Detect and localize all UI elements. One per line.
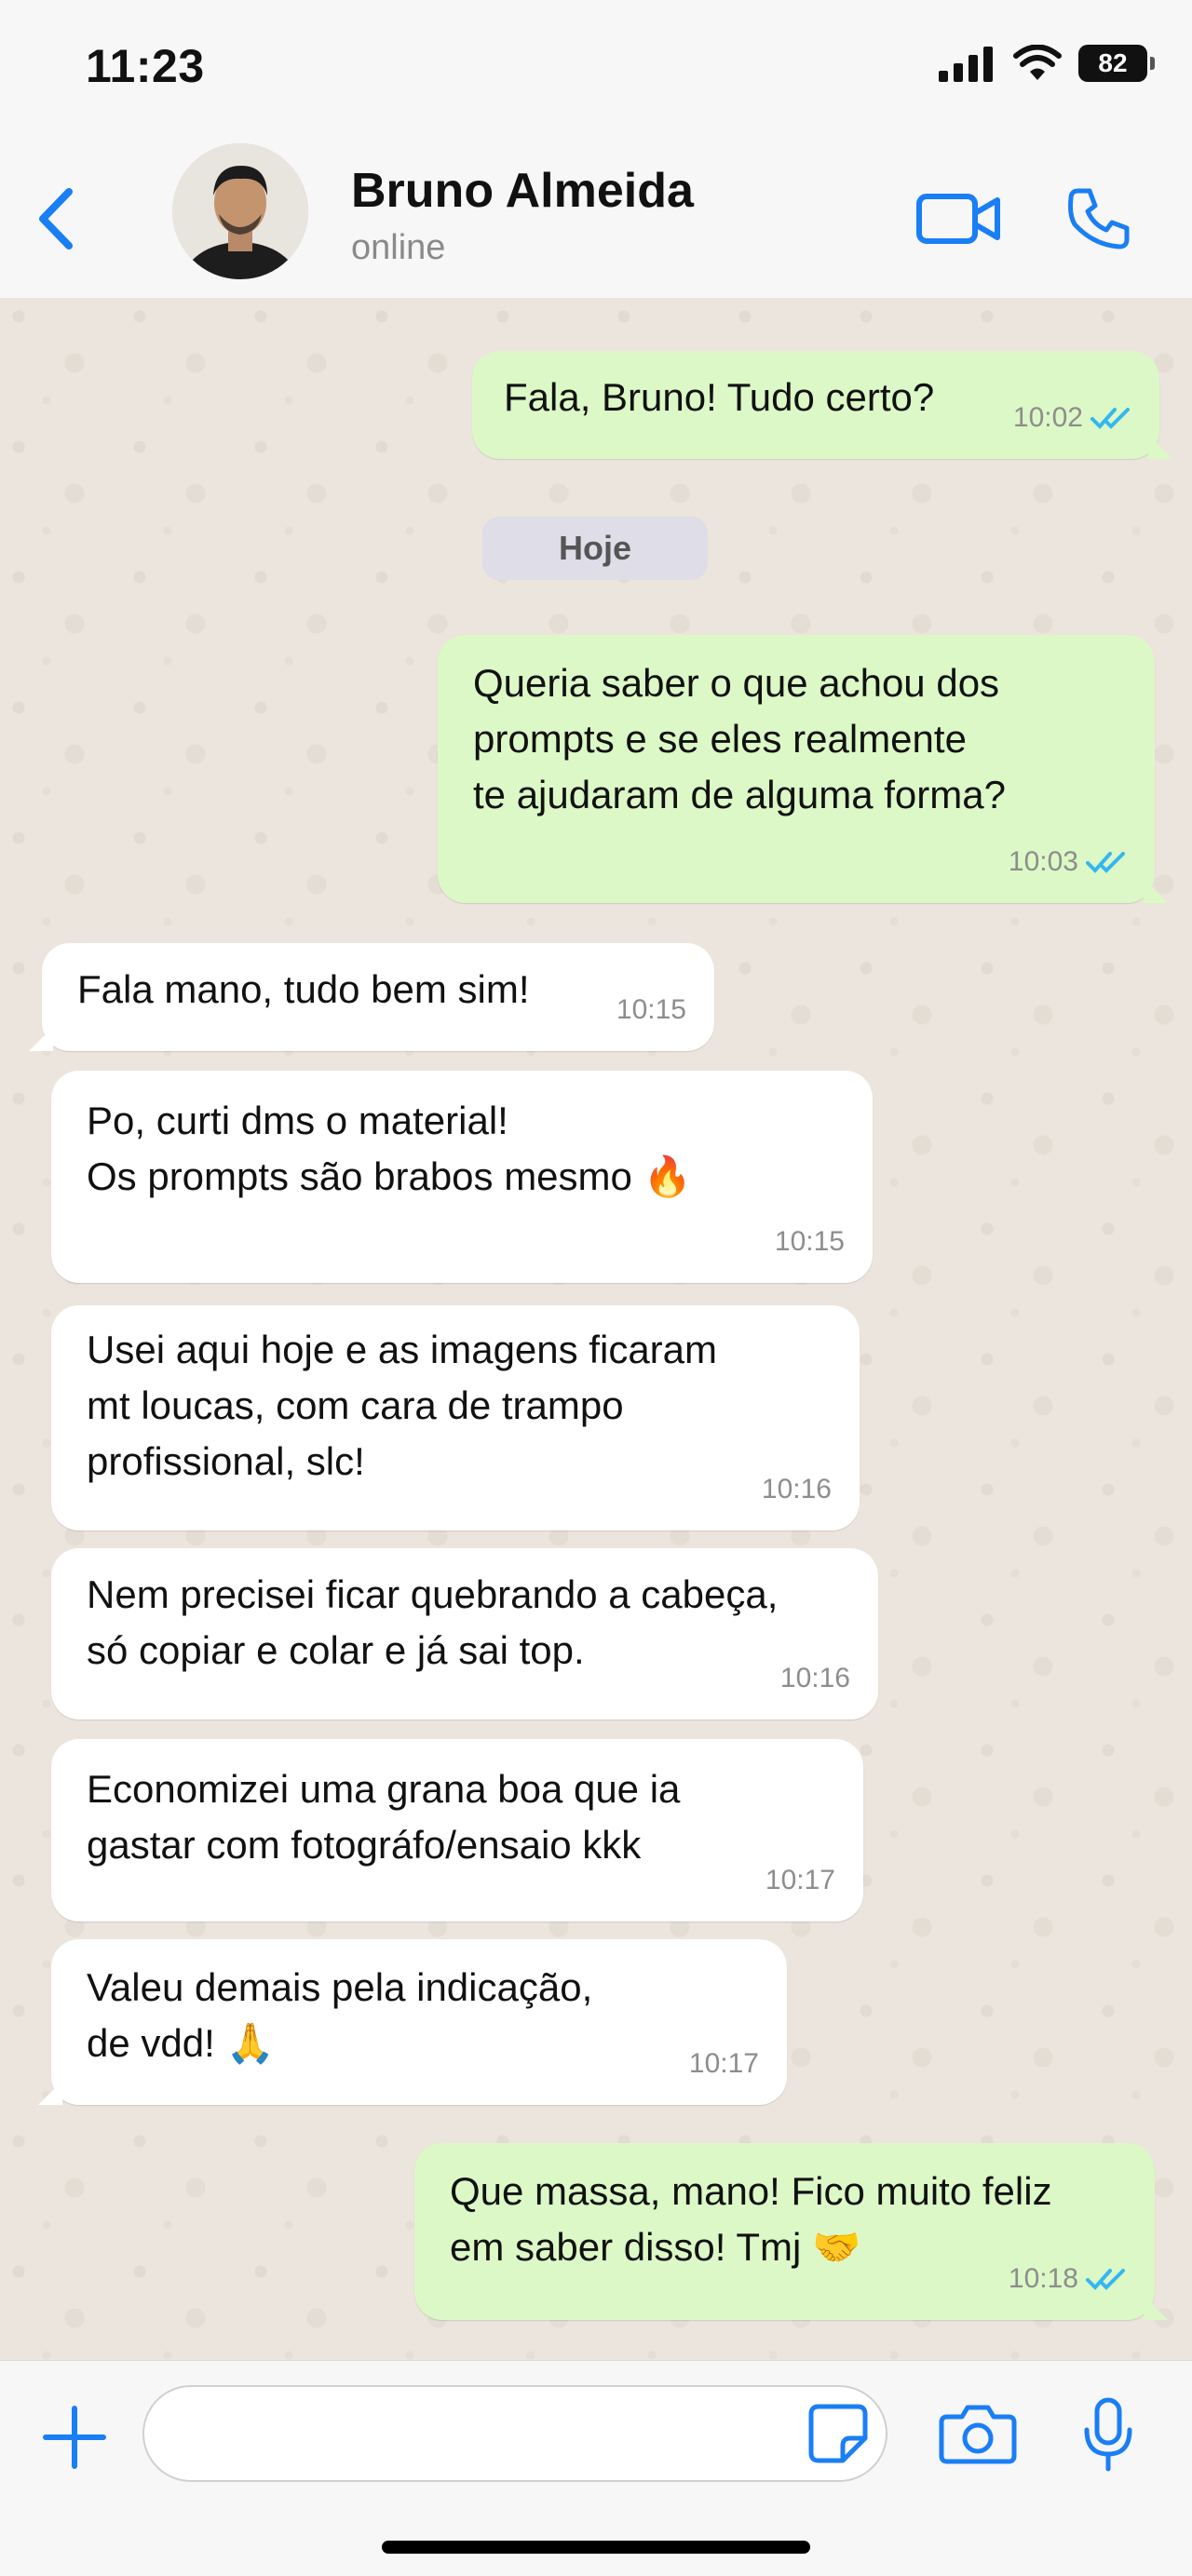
double-check-icon — [1090, 408, 1130, 429]
message-text: Fala mano, tudo bem sim! — [77, 967, 530, 1011]
message-text: Valeu demais pela indicação, de vdd! 🙏 — [87, 1965, 593, 2065]
message-meta: 10:03 — [1009, 834, 1127, 890]
message-time: 10:17 — [765, 1865, 835, 1895]
double-check-icon — [1086, 852, 1125, 873]
home-indicator — [382, 2541, 810, 2554]
chat-area[interactable]: Fala, Bruno! Tudo certo? 10:02 Hoje Quer… — [0, 298, 1192, 2360]
message-time: 10:17 — [688, 2048, 759, 2079]
camera-icon — [939, 2405, 1017, 2464]
voice-call-button[interactable] — [1062, 179, 1136, 258]
message-bubble-incoming[interactable]: Po, curti dms o material! Os prompts são… — [51, 1071, 873, 1283]
message-meta: 10:17 — [689, 2036, 759, 2092]
camera-button[interactable] — [936, 2396, 1020, 2471]
message-meta: 10:18 — [1009, 2251, 1127, 2307]
message-meta: 10:17 — [765, 1853, 835, 1908]
wifi-icon — [1013, 45, 1062, 80]
message-bubble-incoming[interactable]: Usei aqui hoje e as imagens ficaram mt l… — [51, 1305, 860, 1531]
contact-name[interactable]: Bruno Almeida — [351, 163, 694, 219]
message-time: 10:03 — [1008, 846, 1078, 877]
message-bubble-incoming[interactable]: Economizei uma grana boa que ia gastar c… — [51, 1739, 863, 1922]
message-bubble-outgoing[interactable]: Que massa, mano! Fico muito feliz em sab… — [414, 2143, 1168, 2320]
message-time: 10:15 — [616, 994, 686, 1025]
back-button[interactable] — [28, 177, 84, 261]
plus-icon — [43, 2406, 106, 2469]
message-meta: 10:02 — [1013, 390, 1131, 446]
microphone-icon — [1084, 2397, 1132, 2472]
date-separator: Hoje — [482, 517, 708, 580]
message-meta: 10:16 — [762, 1462, 832, 1517]
phone-icon — [1068, 188, 1130, 249]
message-text: Fala, Bruno! Tudo certo? — [504, 375, 935, 419]
video-camera-icon — [916, 194, 1000, 244]
battery-icon: 82 — [1078, 45, 1155, 82]
sticker-button[interactable] — [803, 2398, 874, 2469]
chat-header: Bruno Almeida online — [0, 140, 1192, 299]
message-text: Po, curti dms o material! Os prompts são… — [87, 1099, 692, 1198]
avatar-photo — [172, 143, 308, 279]
message-text: Economizei uma grana boa que ia gastar c… — [87, 1767, 681, 1867]
message-composer — [0, 2360, 1192, 2576]
bubble-tail — [1144, 879, 1168, 903]
message-bubble-incoming[interactable]: Nem precisei ficar quebrando a cabeça, s… — [51, 1548, 878, 1720]
message-time: 10:02 — [1012, 402, 1083, 433]
status-time: 11:23 — [86, 40, 205, 92]
contact-status: online — [351, 228, 446, 267]
battery-level: 82 — [1098, 48, 1128, 77]
double-check-icon — [1086, 2269, 1125, 2290]
message-time: 10:16 — [779, 1663, 850, 1693]
avatar[interactable] — [172, 143, 308, 279]
message-bubble-incoming[interactable]: Fala mano, tudo bem sim! 10:15 — [29, 943, 714, 1051]
bubble-tail — [29, 1027, 53, 1051]
status-icons: 82 — [939, 45, 1155, 82]
message-text: Usei aqui hoje e as imagens ficaram mt l… — [87, 1328, 718, 1483]
message-text: Queria saber o que achou dos prompts e s… — [473, 661, 1006, 816]
message-bubble-outgoing[interactable]: Fala, Bruno! Tudo certo? 10:02 — [472, 351, 1172, 459]
message-text: Que massa, mano! Fico muito feliz em sab… — [450, 2169, 1052, 2269]
chevron-left-icon — [39, 188, 73, 250]
message-input[interactable] — [142, 2385, 887, 2482]
message-bubble-outgoing[interactable]: Queria saber o que achou dos prompts e s… — [438, 635, 1168, 903]
bubble-tail — [38, 2081, 62, 2105]
message-meta: 10:15 — [775, 1214, 845, 1270]
microphone-button[interactable] — [1076, 2394, 1141, 2477]
message-bubble-incoming[interactable]: Valeu demais pela indicação, de vdd! 🙏 1… — [38, 1939, 787, 2105]
bubble-tail — [1144, 2296, 1168, 2320]
video-call-button[interactable] — [913, 182, 1006, 256]
attach-button[interactable] — [37, 2400, 112, 2475]
bubble-tail — [1148, 435, 1172, 459]
message-time: 10:15 — [774, 1226, 845, 1257]
message-meta: 10:16 — [780, 1651, 850, 1706]
cellular-signal-icon — [939, 47, 993, 82]
message-meta: 10:15 — [616, 982, 686, 1038]
message-time: 10:16 — [761, 1474, 832, 1504]
message-text: Nem precisei ficar quebrando a cabeça, s… — [87, 1572, 779, 1672]
sticker-icon — [808, 2404, 868, 2463]
message-time: 10:18 — [1008, 2263, 1078, 2294]
status-bar: 11:23 82 — [0, 0, 1192, 140]
